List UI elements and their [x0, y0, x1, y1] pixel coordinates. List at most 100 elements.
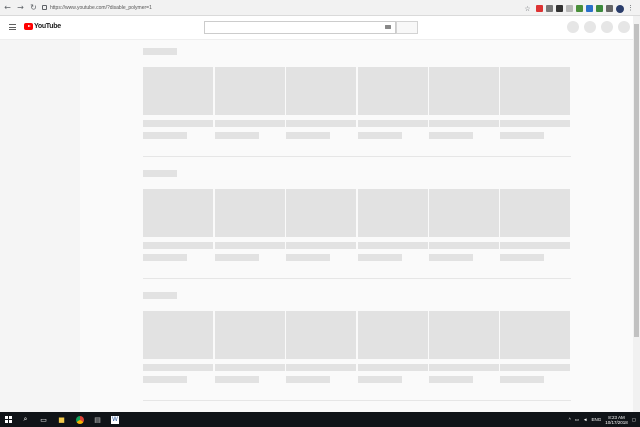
clock[interactable]: 8:23 AM 10/17/2018 [605, 415, 628, 425]
header-placeholder-button[interactable] [584, 21, 596, 33]
video-title-placeholder [286, 364, 356, 371]
video-meta-placeholder [215, 254, 259, 261]
video-meta-placeholder [500, 254, 544, 261]
reload-icon[interactable]: ↻ [28, 2, 39, 13]
up-arrow-icon[interactable]: ^ [569, 417, 571, 422]
extension-ghost-icon[interactable] [606, 5, 613, 12]
extension-check-icon[interactable] [596, 5, 603, 12]
address-bar[interactable]: https://www.youtube.com/?disable_polymer… [42, 2, 152, 13]
extension-dark-icon[interactable] [556, 5, 563, 12]
video-meta-placeholder [429, 376, 473, 383]
forward-icon[interactable]: → [15, 2, 26, 13]
logo-text: YouTube [34, 23, 61, 30]
menu-icon[interactable] [9, 24, 16, 30]
word-icon[interactable]: W [111, 415, 119, 424]
video-meta-placeholder [286, 254, 330, 261]
video-thumbnail-placeholder[interactable] [143, 189, 213, 237]
video-thumbnail-placeholder[interactable] [286, 67, 356, 115]
video-title-placeholder [143, 120, 213, 127]
windows-taskbar: ⌕ ▭ ■ ▤ W ^ ▭ ◄ ENG 8:23 AM 10/17/2018 ▢ [0, 412, 640, 427]
video-thumbnail-placeholder[interactable] [358, 311, 428, 359]
video-title-placeholder [500, 242, 570, 249]
back-icon[interactable]: ← [2, 2, 13, 13]
video-title-placeholder [358, 364, 428, 371]
video-thumbnail-placeholder[interactable] [143, 311, 213, 359]
video-thumbnail-placeholder[interactable] [215, 311, 285, 359]
video-thumbnail-placeholder[interactable] [358, 189, 428, 237]
search-icon[interactable]: ⌕ [21, 415, 30, 424]
notification-icon[interactable]: ▢ [632, 417, 636, 423]
star-icon[interactable]: ☆ [522, 3, 533, 14]
extension-gray-icon[interactable] [546, 5, 553, 12]
video-meta-placeholder [215, 132, 259, 139]
video-thumbnail-placeholder[interactable] [429, 189, 499, 237]
video-thumbnail-placeholder[interactable] [358, 67, 428, 115]
volume-icon[interactable]: ◄ [583, 417, 587, 422]
extension-green-icon[interactable] [576, 5, 583, 12]
scrollbar-thumb[interactable] [634, 24, 639, 337]
video-title-placeholder [215, 242, 285, 249]
search-button[interactable] [396, 21, 418, 34]
url-text: https://www.youtube.com/?disable_polymer… [50, 4, 152, 11]
video-thumbnail-placeholder[interactable] [429, 311, 499, 359]
video-title-placeholder [429, 242, 499, 249]
browser-menu-icon[interactable]: ⋮ [627, 5, 634, 12]
video-meta-placeholder [358, 376, 402, 383]
video-thumbnail-placeholder[interactable] [286, 311, 356, 359]
chrome-icon[interactable] [75, 415, 84, 424]
youtube-play-icon [24, 23, 33, 30]
video-meta-placeholder [500, 376, 544, 383]
video-meta-placeholder [143, 376, 187, 383]
video-meta-placeholder [429, 132, 473, 139]
video-thumbnail-placeholder[interactable] [429, 67, 499, 115]
video-title-placeholder [286, 242, 356, 249]
extension-bookmark-icon[interactable] [566, 5, 573, 12]
video-thumbnail-placeholder[interactable] [143, 67, 213, 115]
video-title-placeholder [286, 120, 356, 127]
video-thumbnail-placeholder[interactable] [215, 189, 285, 237]
shelf-title-placeholder [143, 48, 177, 55]
header-placeholder-button[interactable] [601, 21, 613, 33]
video-title-placeholder [429, 120, 499, 127]
explorer-icon[interactable]: ■ [57, 415, 66, 424]
extension-red-icon[interactable] [536, 5, 543, 12]
browser-toolbar: ← → ↻ https://www.youtube.com/?disable_p… [0, 0, 640, 16]
shelf-title-placeholder [143, 170, 177, 177]
youtube-logo[interactable]: YouTube [24, 23, 61, 30]
search-input[interactable] [204, 21, 396, 34]
extension-blue-icon[interactable] [586, 5, 593, 12]
main-content [80, 40, 633, 412]
network-icon[interactable]: ▭ [575, 417, 579, 423]
youtube-header: YouTube [0, 16, 633, 40]
keyboard-icon[interactable] [385, 25, 391, 29]
profile-avatar[interactable] [616, 4, 624, 13]
video-thumbnail-placeholder[interactable] [500, 189, 570, 237]
language-indicator[interactable]: ENG [591, 417, 601, 422]
shelf-title-placeholder [143, 292, 177, 299]
windows-start-icon[interactable] [5, 416, 12, 423]
video-title-placeholder [500, 364, 570, 371]
video-meta-placeholder [215, 376, 259, 383]
video-thumbnail-placeholder[interactable] [215, 67, 285, 115]
video-meta-placeholder [358, 132, 402, 139]
video-meta-placeholder [500, 132, 544, 139]
shelf-divider [143, 156, 571, 157]
lock-icon [42, 5, 47, 10]
video-thumbnail-placeholder[interactable] [500, 311, 570, 359]
video-thumbnail-placeholder[interactable] [286, 189, 356, 237]
header-placeholder-button[interactable] [618, 21, 630, 33]
store-icon[interactable]: ▤ [93, 415, 102, 424]
video-title-placeholder [143, 242, 213, 249]
header-placeholder-button[interactable] [567, 21, 579, 33]
video-thumbnail-placeholder[interactable] [500, 67, 570, 115]
video-meta-placeholder [429, 254, 473, 261]
sidebar-placeholder [0, 40, 80, 412]
video-title-placeholder [215, 364, 285, 371]
scrollbar[interactable] [633, 16, 640, 412]
shelf-divider [143, 400, 571, 401]
video-title-placeholder [358, 120, 428, 127]
task-view-icon[interactable]: ▭ [39, 415, 48, 424]
video-meta-placeholder [358, 254, 402, 261]
video-meta-placeholder [143, 254, 187, 261]
video-meta-placeholder [286, 376, 330, 383]
